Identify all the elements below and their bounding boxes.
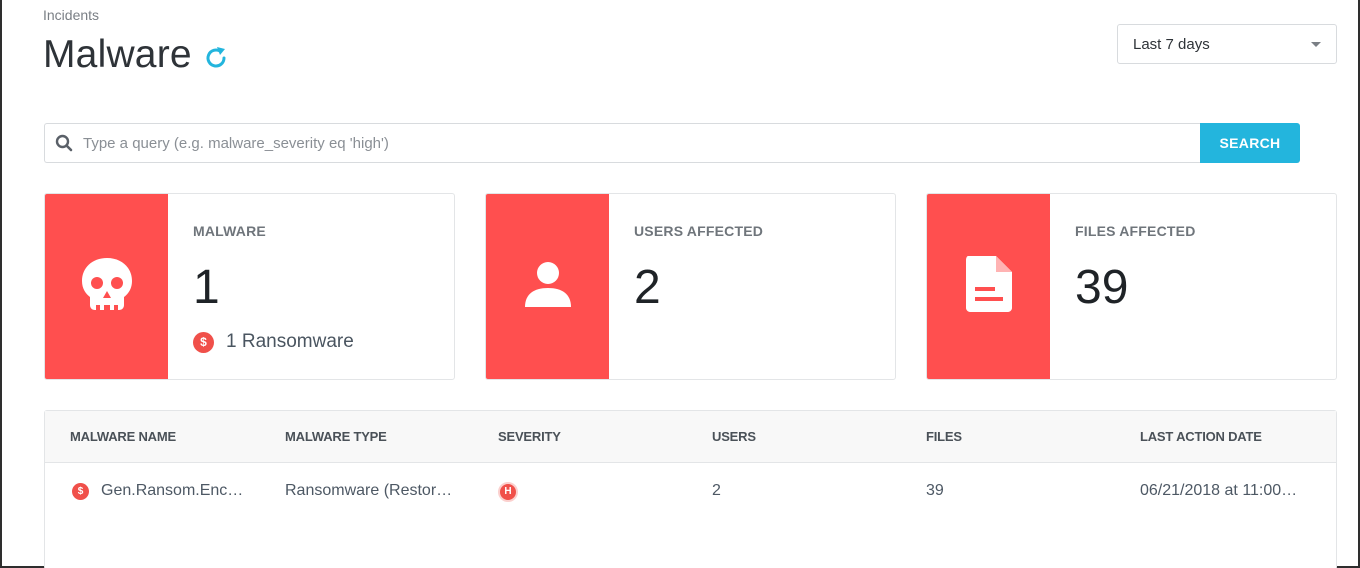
page-title: Malware — [43, 33, 192, 76]
stat-label: USERS AFFECTED — [634, 223, 764, 239]
date-range-value: Last 7 days — [1133, 35, 1210, 53]
ransomware-badge-icon: $ — [193, 331, 214, 353]
file-icon — [964, 254, 1014, 319]
stat-content: MALWARE 1 $ 1 Ransomware — [168, 194, 454, 379]
stat-label: MALWARE — [193, 223, 266, 239]
search-icon — [55, 134, 73, 152]
stat-card-malware[interactable]: MALWARE 1 $ 1 Ransomware — [44, 193, 455, 380]
search-button[interactable]: SEARCH — [1200, 123, 1300, 163]
table-row[interactable]: $ Gen.Ransom.Enc… Ransomware (Restor… H 2… — [45, 463, 1336, 519]
stat-icon-block — [927, 194, 1050, 379]
search-input[interactable] — [83, 134, 1200, 152]
page-header: Malware — [43, 33, 230, 77]
malware-name-cell[interactable]: $ Gen.Ransom.Enc… — [72, 482, 243, 500]
stat-icon-block — [45, 194, 168, 379]
files-cell: 39 — [926, 482, 944, 499]
stat-content: USERS AFFECTED 2 — [609, 194, 895, 379]
search-bar: SEARCH — [44, 123, 1300, 163]
severity-cell: H — [498, 481, 518, 502]
chevron-down-icon — [1311, 42, 1321, 47]
skull-icon — [77, 254, 137, 319]
malware-type-cell: Ransomware (Restor… — [285, 482, 453, 499]
table-header: MALWARE NAME MALWARE TYPE SEVERITY USERS… — [45, 411, 1336, 463]
severity-high-badge: H — [498, 481, 518, 502]
column-header-files[interactable]: FILES — [926, 429, 962, 444]
breadcrumb[interactable]: Incidents — [43, 7, 99, 23]
ransomware-type-icon: $ — [72, 483, 89, 500]
stat-card-users-affected[interactable]: USERS AFFECTED 2 — [485, 193, 896, 380]
column-header-malware-name[interactable]: MALWARE NAME — [70, 429, 176, 444]
stat-value: 39 — [1075, 261, 1129, 314]
stat-card-files-affected[interactable]: FILES AFFECTED 39 — [926, 193, 1337, 380]
stat-breakdown[interactable]: $ 1 Ransomware — [193, 331, 354, 353]
column-header-severity[interactable]: SEVERITY — [498, 429, 561, 444]
column-header-malware-type[interactable]: MALWARE TYPE — [285, 429, 387, 444]
refresh-icon[interactable] — [202, 44, 230, 72]
stat-breakdown-label: 1 Ransomware — [226, 331, 354, 352]
date-range-select[interactable]: Last 7 days — [1117, 24, 1337, 64]
users-cell: 2 — [712, 482, 721, 499]
last-action-date-cell: 06/21/2018 at 11:00… — [1140, 482, 1298, 499]
stat-icon-block — [486, 194, 609, 379]
stat-value: 2 — [634, 261, 661, 314]
column-header-last-action-date[interactable]: LAST ACTION DATE — [1140, 429, 1262, 444]
stat-content: FILES AFFECTED 39 — [1050, 194, 1336, 379]
search-field — [44, 123, 1200, 163]
stat-value: 1 — [193, 261, 220, 314]
user-icon — [522, 258, 574, 315]
column-header-users[interactable]: USERS — [712, 429, 756, 444]
malware-table: MALWARE NAME MALWARE TYPE SEVERITY USERS… — [44, 410, 1337, 568]
stat-label: FILES AFFECTED — [1075, 223, 1196, 239]
malware-name: Gen.Ransom.Enc… — [101, 482, 244, 499]
